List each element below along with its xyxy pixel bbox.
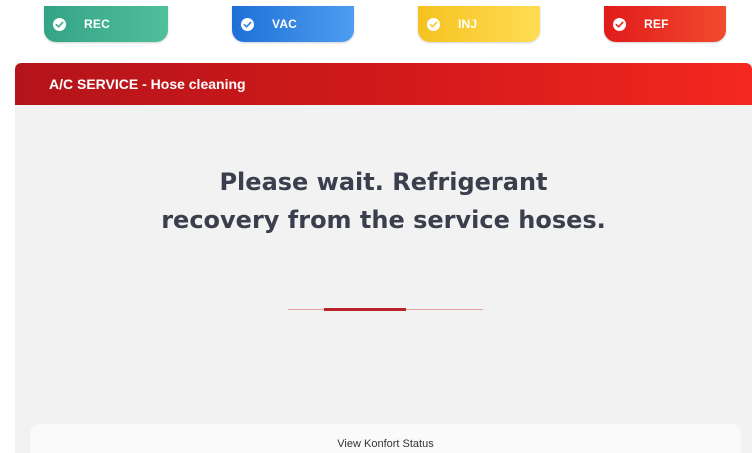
- view-status-button[interactable]: View Konfort Status: [30, 424, 741, 453]
- step-vac-tab[interactable]: VAC: [232, 6, 354, 42]
- wait-message-line-2: recovery from the service hoses.: [161, 206, 606, 234]
- step-rec-tab[interactable]: REC: [44, 6, 168, 42]
- step-vac-label: VAC: [272, 17, 298, 31]
- check-icon: [613, 17, 626, 31]
- step-rec-label: REC: [84, 17, 110, 31]
- step-ref-label: REF: [644, 17, 669, 31]
- progress-indicator: [324, 308, 406, 311]
- check-icon: [427, 17, 440, 31]
- panel-header: A/C SERVICE - Hose cleaning: [15, 63, 752, 105]
- process-steps: REC VAC INJ REF: [0, 0, 752, 44]
- wait-message: Please wait. Refrigerant recovery from t…: [15, 163, 752, 239]
- wait-message-line-1: Please wait. Refrigerant: [219, 168, 548, 196]
- view-status-label: View Konfort Status: [337, 438, 434, 450]
- panel-title: A/C SERVICE - Hose cleaning: [49, 76, 246, 92]
- check-icon: [53, 17, 66, 31]
- step-inj-tab[interactable]: INJ: [418, 6, 540, 42]
- step-inj-label: INJ: [458, 17, 478, 31]
- progress-bar: [288, 308, 483, 311]
- check-icon: [241, 17, 254, 31]
- step-ref-tab[interactable]: REF: [604, 6, 726, 42]
- service-panel: A/C SERVICE - Hose cleaning Please wait.…: [15, 63, 752, 453]
